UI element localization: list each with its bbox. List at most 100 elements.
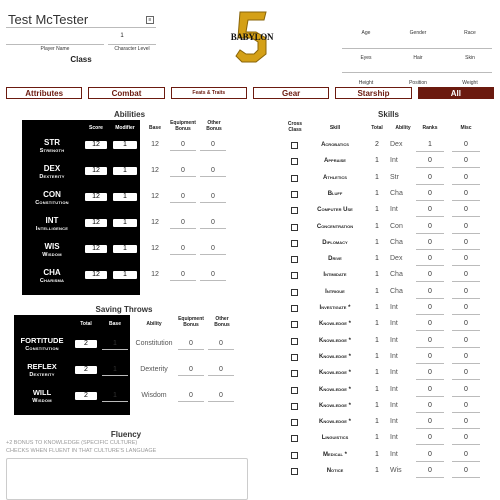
cross-class-checkbox[interactable] [291, 190, 298, 198]
skill-misc-input[interactable]: 0 [452, 418, 480, 430]
skill-ranks-input[interactable]: 0 [416, 418, 444, 430]
skill-misc-input[interactable]: 0 [452, 239, 480, 250]
skill-misc-input[interactable]: 0 [452, 223, 480, 234]
skill-ranks-input[interactable]: 0 [416, 369, 444, 381]
skill-ranks-input[interactable]: 0 [416, 157, 444, 169]
skill-ranks-input[interactable]: 0 [416, 239, 444, 250]
ability-equipment-input[interactable]: 0 [170, 271, 196, 281]
skill-ranks-input[interactable]: 0 [416, 255, 444, 267]
ability-other-input[interactable]: 0 [200, 219, 226, 229]
skill-ranks-input[interactable]: 0 [416, 304, 444, 315]
ability-equipment-input[interactable]: 0 [170, 219, 196, 229]
skill-ranks-input[interactable]: 0 [416, 174, 444, 185]
skill-misc-input[interactable]: 0 [452, 451, 480, 462]
skill-misc-input[interactable]: 0 [452, 337, 480, 348]
skill-misc-input[interactable]: 0 [452, 206, 480, 218]
skill-ranks-input[interactable]: 1 [416, 141, 444, 152]
tab-starship[interactable]: Starship [335, 87, 412, 99]
cross-class-checkbox[interactable] [291, 207, 298, 215]
skill-misc-input[interactable]: 0 [452, 402, 480, 413]
save-other-input[interactable]: 0 [208, 340, 234, 350]
ability-modifier-input[interactable]: 1 [112, 166, 138, 176]
ability-other-input[interactable]: 0 [200, 141, 226, 151]
cross-class-checkbox[interactable] [291, 370, 298, 378]
skill-ranks-input[interactable]: 0 [416, 402, 444, 413]
skill-misc-input[interactable]: 0 [452, 386, 480, 397]
skill-ranks-input[interactable]: 0 [416, 467, 444, 478]
tab-combat[interactable]: Combat [88, 87, 165, 99]
ability-other-input[interactable]: 0 [200, 271, 226, 281]
ability-score-input[interactable]: 12 [84, 192, 108, 202]
cross-class-checkbox[interactable] [291, 288, 298, 296]
ability-modifier-input[interactable]: 1 [112, 140, 138, 150]
skill-misc-input[interactable]: 0 [452, 157, 480, 169]
tab-attributes[interactable]: Attributes [6, 87, 83, 99]
skill-misc-input[interactable]: 0 [452, 271, 480, 283]
skill-ranks-input[interactable]: 0 [416, 337, 444, 348]
save-base-input[interactable]: 1 [102, 366, 128, 376]
ability-modifier-input[interactable]: 1 [112, 218, 138, 228]
skill-misc-input[interactable]: 0 [452, 467, 480, 478]
skill-ranks-input[interactable]: 0 [416, 434, 444, 446]
cross-class-checkbox[interactable] [291, 305, 298, 312]
cross-class-checkbox[interactable] [291, 468, 298, 475]
notes-icon[interactable]: ≡ [146, 16, 154, 24]
save-equipment-input[interactable]: 0 [178, 392, 204, 402]
ability-equipment-input[interactable]: 0 [170, 141, 196, 151]
save-total-input[interactable]: 2 [74, 365, 98, 375]
fluency-textarea[interactable] [6, 458, 248, 500]
ability-score-input[interactable]: 12 [84, 140, 108, 150]
skill-ranks-input[interactable]: 0 [416, 271, 444, 283]
skill-misc-input[interactable]: 0 [452, 320, 480, 332]
skill-ranks-input[interactable]: 0 [416, 288, 444, 299]
cross-class-checkbox[interactable] [291, 223, 298, 231]
skill-misc-input[interactable]: 0 [452, 369, 480, 381]
ability-score-input[interactable]: 12 [84, 270, 108, 280]
skill-misc-input[interactable]: 0 [452, 304, 480, 315]
cross-class-checkbox[interactable] [291, 402, 298, 410]
skill-misc-input[interactable]: 0 [452, 141, 480, 152]
tab-all[interactable]: All [417, 87, 494, 99]
tab-feats-traits[interactable]: Feats & Traits [170, 87, 247, 99]
skill-ranks-input[interactable]: 0 [416, 190, 444, 201]
ability-score-input[interactable]: 12 [84, 166, 108, 176]
cross-class-checkbox[interactable] [291, 321, 298, 329]
cross-class-checkbox[interactable] [291, 386, 298, 394]
skill-ranks-input[interactable]: 0 [416, 386, 444, 397]
cross-class-checkbox[interactable] [291, 272, 298, 280]
save-other-input[interactable]: 0 [208, 392, 234, 402]
ability-score-input[interactable]: 12 [84, 244, 108, 254]
ability-modifier-input[interactable]: 1 [112, 192, 138, 202]
skill-misc-input[interactable]: 0 [452, 255, 480, 267]
tab-gear[interactable]: Gear [252, 87, 330, 99]
save-equipment-input[interactable]: 0 [178, 340, 204, 350]
save-base-input[interactable]: 1 [102, 340, 128, 350]
cross-class-checkbox[interactable] [291, 435, 298, 443]
cross-class-checkbox[interactable] [291, 256, 298, 264]
ability-other-input[interactable]: 0 [200, 245, 226, 255]
ability-modifier-input[interactable]: 1 [112, 270, 138, 280]
save-equipment-input[interactable]: 0 [178, 366, 204, 376]
player-name-field[interactable] [6, 44, 104, 45]
ability-other-input[interactable]: 0 [200, 193, 226, 203]
save-other-input[interactable]: 0 [208, 366, 234, 376]
skill-ranks-input[interactable]: 0 [416, 206, 444, 218]
ability-modifier-input[interactable]: 1 [112, 244, 138, 254]
skill-misc-input[interactable]: 0 [452, 174, 480, 185]
ability-other-input[interactable]: 0 [200, 167, 226, 177]
skill-ranks-input[interactable]: 0 [416, 320, 444, 332]
skill-misc-input[interactable]: 0 [452, 353, 480, 364]
ability-equipment-input[interactable]: 0 [170, 193, 196, 203]
save-base-input[interactable]: 1 [102, 392, 128, 402]
ability-score-input[interactable]: 12 [84, 218, 108, 228]
level-value[interactable]: 1 [104, 33, 140, 39]
skill-ranks-input[interactable]: 0 [416, 223, 444, 234]
cross-class-checkbox[interactable] [291, 142, 298, 149]
cross-class-checkbox[interactable] [291, 451, 298, 459]
save-total-input[interactable]: 2 [74, 339, 98, 349]
skill-misc-input[interactable]: 0 [452, 288, 480, 299]
character-name[interactable]: Test McTester [8, 12, 88, 27]
cross-class-checkbox[interactable] [291, 158, 298, 166]
ability-equipment-input[interactable]: 0 [170, 245, 196, 255]
skill-ranks-input[interactable]: 0 [416, 451, 444, 462]
